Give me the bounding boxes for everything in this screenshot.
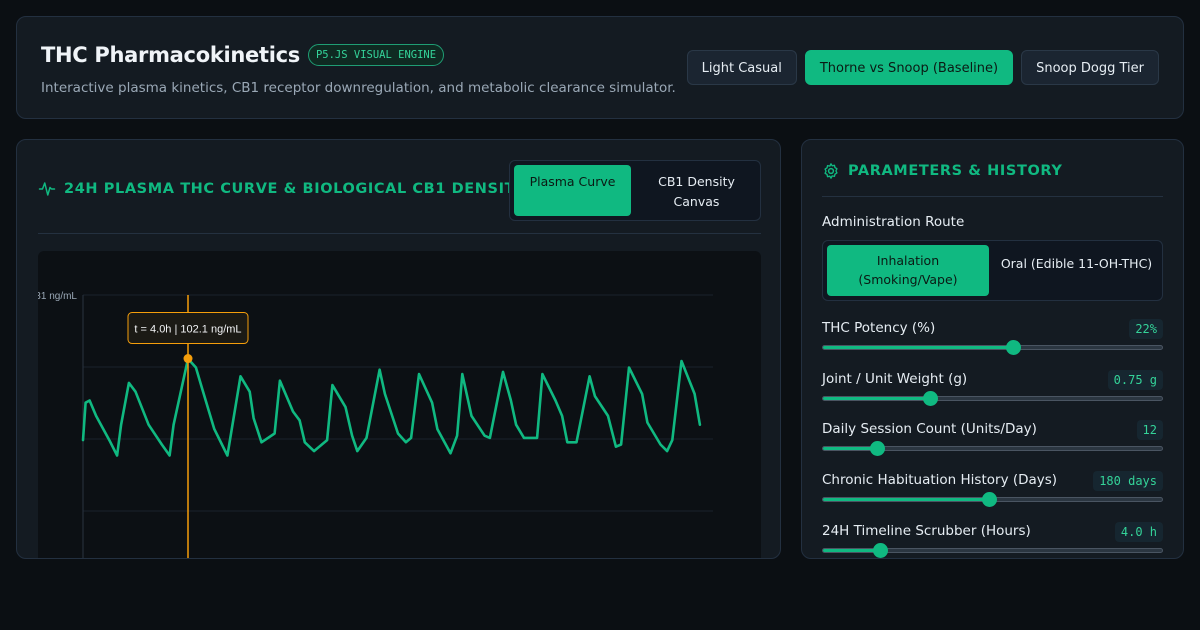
chart-panel: 24H PLASMA THC CURVE & BIOLOGICAL CB1 DE… — [16, 139, 781, 559]
param-value: 12 — [1136, 420, 1163, 440]
session-count-slider[interactable] — [822, 441, 1163, 456]
slider-fill — [823, 447, 878, 450]
param-timeline-scrubber: 24H Timeline Scrubber (Hours) 4.0 h — [822, 522, 1163, 558]
param-label: THC Potency (%) — [822, 320, 936, 336]
slider-thumb[interactable] — [922, 391, 938, 406]
y-axis-max-label: 131 ng/mL — [38, 291, 77, 302]
param-potency: THC Potency (%) 22% — [822, 319, 1163, 360]
chart-title: 24H PLASMA THC CURVE & BIOLOGICAL CB1 DE… — [64, 181, 527, 197]
param-habituation: Chronic Habituation History (Days) 180 d… — [822, 471, 1163, 512]
plasma-chart-svg: 131 ng/mL t = 4.0h | 102.1 ng/mL — [38, 291, 713, 558]
route-toggle: Inhalation (Smoking/Vape) Oral (Edible 1… — [822, 240, 1163, 301]
preset-baseline-button[interactable]: Thorne vs Snoop (Baseline) — [804, 50, 1014, 85]
slider-thumb[interactable] — [982, 492, 998, 507]
parameters-panel: PARAMETERS & HISTORY Administration Rout… — [801, 139, 1184, 559]
preset-snoop-tier-button[interactable]: Snoop Dogg Tier — [1021, 50, 1159, 85]
unit-weight-slider[interactable] — [822, 391, 1163, 406]
plasma-canvas[interactable]: 131 ng/mL t = 4.0h | 102.1 ng/mL — [38, 251, 761, 558]
route-inhalation-button[interactable]: Inhalation (Smoking/Vape) — [827, 245, 989, 296]
title-row: THC Pharmacokinetics P5.JS VISUAL ENGINE — [41, 43, 445, 67]
cursor-tooltip-text: t = 4.0h | 102.1 ng/mL — [134, 324, 241, 336]
slider-thumb[interactable] — [872, 543, 888, 558]
habituation-slider[interactable] — [822, 492, 1163, 507]
slider-fill — [823, 498, 990, 501]
param-label: Chronic Habituation History (Days) — [822, 472, 1058, 488]
potency-slider[interactable] — [822, 340, 1163, 355]
param-unit-weight: Joint / Unit Weight (g) 0.75 g — [822, 370, 1163, 411]
app-title: THC Pharmacokinetics — [41, 43, 300, 67]
side-divider — [822, 196, 1163, 197]
side-title-row: PARAMETERS & HISTORY — [822, 162, 1062, 180]
gear-icon — [824, 163, 838, 179]
preset-light-casual-button[interactable]: Light Casual — [686, 50, 797, 85]
pulse-icon — [38, 182, 56, 196]
param-value: 180 days — [1093, 471, 1163, 491]
plasma-series-line — [81, 357, 702, 457]
slider-fill — [823, 549, 880, 552]
chart-title-row: 24H PLASMA THC CURVE & BIOLOGICAL CB1 DE… — [38, 180, 526, 198]
header-card: THC Pharmacokinetics P5.JS VISUAL ENGINE… — [16, 16, 1184, 119]
app-subtitle: Interactive plasma kinetics, CB1 recepto… — [41, 80, 676, 96]
param-label: 24H Timeline Scrubber (Hours) — [822, 523, 1031, 539]
tab-plasma-curve[interactable]: Plasma Curve — [514, 165, 631, 216]
param-label: Joint / Unit Weight (g) — [822, 371, 968, 387]
slider-thumb[interactable] — [1005, 340, 1021, 355]
param-value: 22% — [1129, 319, 1163, 339]
engine-badge: P5.JS VISUAL ENGINE — [307, 44, 445, 66]
chart-view-toggle: Plasma Curve CB1 Density Canvas — [509, 160, 761, 221]
preset-group: Light Casual Thorne vs Snoop (Baseline) … — [686, 50, 1159, 85]
param-value: 0.75 g — [1107, 370, 1163, 390]
tab-cb1-density-canvas[interactable]: CB1 Density Canvas — [635, 165, 758, 216]
time-cursor-point — [183, 354, 193, 364]
route-oral-button[interactable]: Oral (Edible 11-OH-THC) — [993, 245, 1160, 296]
route-label: Administration Route — [822, 214, 965, 230]
slider-thumb[interactable] — [870, 441, 886, 456]
chart-divider — [38, 233, 761, 234]
param-session-count: Daily Session Count (Units/Day) 12 — [822, 420, 1163, 461]
param-value: 4.0 h — [1114, 522, 1163, 542]
slider-fill — [823, 346, 1013, 349]
timeline-scrubber-slider[interactable] — [822, 543, 1163, 558]
slider-fill — [823, 397, 930, 400]
side-title: PARAMETERS & HISTORY — [848, 163, 1063, 179]
param-label: Daily Session Count (Units/Day) — [822, 421, 1037, 437]
